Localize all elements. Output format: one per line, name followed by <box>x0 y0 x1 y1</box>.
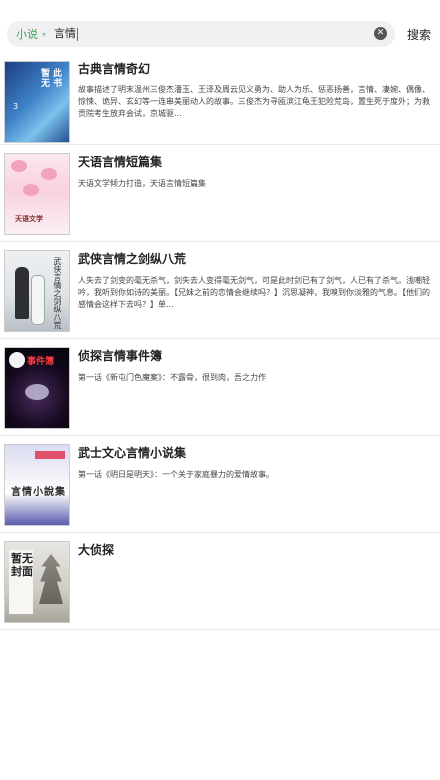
search-input[interactable]: 言情 <box>54 26 78 42</box>
book-title: 大侦探 <box>78 543 115 557</box>
book-description: 第一话《明日是明天》：一个关于家庭暴力的爱情故事。 <box>78 470 274 479</box>
book-title: 侦探言情事件簿 <box>78 349 163 363</box>
text-cursor <box>77 27 78 41</box>
book-title: 武侠言情之剑纵八荒 <box>78 252 187 266</box>
clear-icon[interactable]: ✕ <box>374 27 387 40</box>
book-description: 故事描述了明末温州三俊杰潘玉、王泽及周云见义勇为、助人为乐、惩恶扬善，言情、凄婉… <box>78 85 430 118</box>
book-cover: 事件簿 <box>4 347 70 429</box>
book-cover: 此书 暂无 3 <box>4 61 70 143</box>
book-description: 第一话《新屯门色魔案》：不露骨，很到肉，吾之力作 <box>78 373 266 382</box>
category-label: 小说 <box>16 27 38 41</box>
list-item[interactable]: 暂无封面 大侦探 <box>0 533 440 630</box>
book-cover: 暂无封面 <box>4 541 70 623</box>
list-item[interactable]: 天语文学 天语言情短篇集 天语文学倾力打造，天语言情短篇集 <box>0 145 440 242</box>
book-cover: 天语文学 <box>4 153 70 235</box>
book-cover: 言情小說集 <box>4 444 70 526</box>
book-title: 天语言情短篇集 <box>78 155 163 169</box>
results-list: 此书 暂无 3 古典言情奇幻 故事描述了明末温州三俊杰潘玉、王泽及周云见义勇为、… <box>0 53 440 630</box>
search-button[interactable]: 搜索 <box>407 28 431 42</box>
search-query-text: 言情 <box>54 27 76 40</box>
book-title: 武士文心言情小说集 <box>78 446 187 460</box>
book-description: 人失去了剑变的毫无杀气，剑失去人变得毫无剑气，可是此时剑已有了剑气，人已有了杀气… <box>78 276 430 309</box>
list-item[interactable]: 事件簿 侦探言情事件簿 第一话《新屯门色魔案》：不露骨，很到肉，吾之力作 <box>0 339 440 436</box>
book-cover: 武侠言情之剑纵八荒 <box>4 250 70 332</box>
list-item[interactable]: 武侠言情之剑纵八荒 武侠言情之剑纵八荒 人失去了剑变的毫无杀气，剑失去人变得毫无… <box>0 242 440 339</box>
list-item[interactable]: 言情小說集 武士文心言情小说集 第一话《明日是明天》：一个关于家庭暴力的爱情故事… <box>0 436 440 533</box>
category-selector[interactable]: 小说 ▾ <box>16 26 46 43</box>
book-description: 天语文学倾力打造，天语言情短篇集 <box>78 179 206 188</box>
chevron-down-icon: ▾ <box>42 30 47 39</box>
search-box[interactable]: 小说 ▾ 言情 ✕ <box>7 21 395 47</box>
book-title: 古典言情奇幻 <box>78 62 151 76</box>
list-item[interactable]: 此书 暂无 3 古典言情奇幻 故事描述了明末温州三俊杰潘玉、王泽及周云见义勇为、… <box>0 53 440 145</box>
